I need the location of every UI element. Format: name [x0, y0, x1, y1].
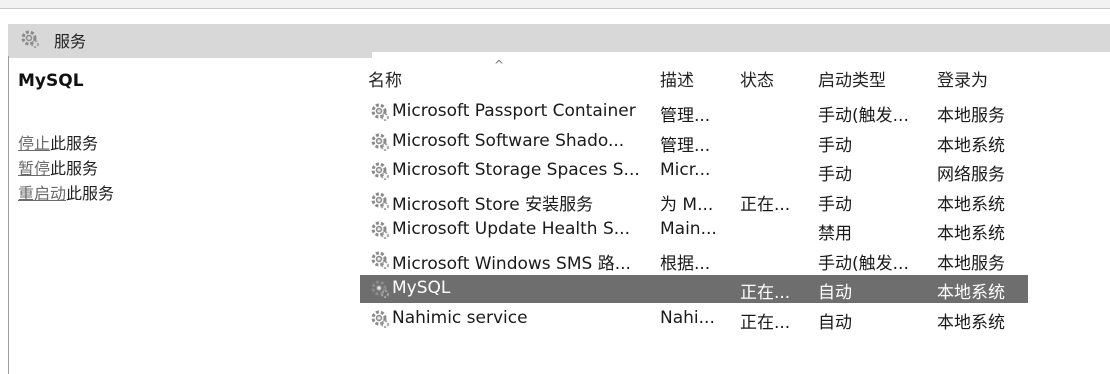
table-row[interactable]: Microsoft Software Shado... 管理... 手动 本地系统	[360, 128, 1028, 156]
stop-link[interactable]: 停止	[18, 134, 50, 153]
service-gear-icon	[371, 280, 389, 298]
sort-indicator-icon: ^	[494, 58, 505, 72]
pause-link[interactable]: 暂停	[18, 159, 50, 178]
cell-name: Microsoft Passport Container	[392, 101, 636, 121]
cell-desc: 为 M...	[660, 194, 714, 215]
action-suffix: 此服务	[66, 184, 115, 203]
cell-name: Microsoft Update Health S...	[392, 219, 630, 239]
cell-desc: Main...	[660, 219, 717, 239]
cell-startup: 自动	[818, 283, 852, 303]
selected-service-name: MySQL	[18, 71, 84, 91]
cell-status: 正在...	[740, 194, 791, 215]
cell-logon: 本地系统	[937, 224, 1005, 244]
pause-service-action: 暂停此服务	[18, 155, 98, 179]
table-row[interactable]: Microsoft Windows SMS 路... 根据... 手动(触发... 本…	[360, 246, 1028, 274]
cell-desc: 管理...	[660, 106, 711, 126]
cell-logon: 网络服务	[937, 165, 1005, 185]
cell-startup: 手动(触发...	[818, 106, 909, 126]
cell-startup: 手动	[818, 194, 852, 215]
cell-desc: 根据...	[660, 253, 711, 274]
cell-name: Nahimic service	[392, 307, 528, 328]
restart-link[interactable]: 重启动	[18, 184, 66, 203]
cell-name: Microsoft Windows SMS 路...	[392, 253, 631, 274]
cell-startup: 手动	[818, 135, 852, 156]
service-gear-icon	[371, 251, 389, 269]
cell-name: Microsoft Storage Spaces S...	[392, 160, 640, 180]
service-gear-icon	[371, 162, 389, 180]
cell-startup: 禁用	[818, 224, 852, 244]
cell-logon: 本地服务	[937, 106, 1005, 126]
cell-logon: 本地系统	[937, 135, 1005, 156]
cell-status: 正在...	[740, 283, 791, 303]
service-gear-icon	[371, 133, 389, 151]
cell-logon: 本地系统	[937, 283, 1005, 303]
table-row[interactable]: Microsoft Storage Spaces S... Micr... 手动 网络…	[360, 157, 1028, 185]
cell-name: MySQL	[392, 278, 451, 298]
cell-startup: 自动	[818, 312, 852, 333]
column-header-logon-as[interactable]: 登录为	[937, 66, 988, 91]
cell-desc: 管理...	[660, 135, 711, 156]
table-row[interactable]: Microsoft Update Health S... Main... 禁用 本地系…	[360, 216, 1028, 244]
stop-service-action: 停止此服务	[18, 130, 98, 154]
cell-startup: 手动	[818, 165, 852, 185]
column-header-name[interactable]: 名称	[368, 66, 402, 91]
cell-logon: 本地系统	[937, 312, 1005, 333]
table-row[interactable]: Nahimic service Nahi... 正在... 自动 本地系统	[360, 305, 1028, 333]
window-title: 服务	[54, 32, 87, 51]
cell-status: 正在...	[740, 312, 791, 333]
services-gear-icon	[21, 30, 39, 48]
service-gear-icon	[371, 192, 389, 210]
cell-name: Microsoft Software Shado...	[392, 130, 625, 151]
window-frame-top	[0, 0, 1110, 9]
table-row[interactable]: Microsoft Passport Container 管理... 手动(触发..…	[360, 98, 1028, 126]
column-header-description[interactable]: 描述	[660, 66, 694, 91]
pane-border	[8, 56, 9, 374]
service-gear-icon	[371, 221, 389, 239]
table-row[interactable]: Microsoft Store 安装服务 为 M... 正在... 手动 本地系统	[360, 187, 1028, 215]
action-suffix: 此服务	[50, 159, 99, 178]
cell-desc: Nahi...	[660, 307, 715, 328]
column-header-startup-type[interactable]: 启动类型	[818, 66, 886, 91]
column-header-status[interactable]: 状态	[740, 66, 774, 91]
action-suffix: 此服务	[50, 134, 99, 153]
service-gear-icon	[371, 310, 389, 328]
table-row[interactable]: MySQL 正在... 自动 本地系统	[360, 275, 1028, 303]
cell-startup: 手动(触发...	[818, 253, 909, 274]
cell-logon: 本地系统	[937, 194, 1005, 215]
cell-desc: Micr...	[660, 160, 711, 180]
cell-name: Microsoft Store 安装服务	[392, 194, 594, 215]
cell-logon: 本地服务	[937, 253, 1005, 274]
service-gear-icon	[371, 103, 389, 121]
restart-service-action: 重启动此服务	[18, 180, 114, 204]
